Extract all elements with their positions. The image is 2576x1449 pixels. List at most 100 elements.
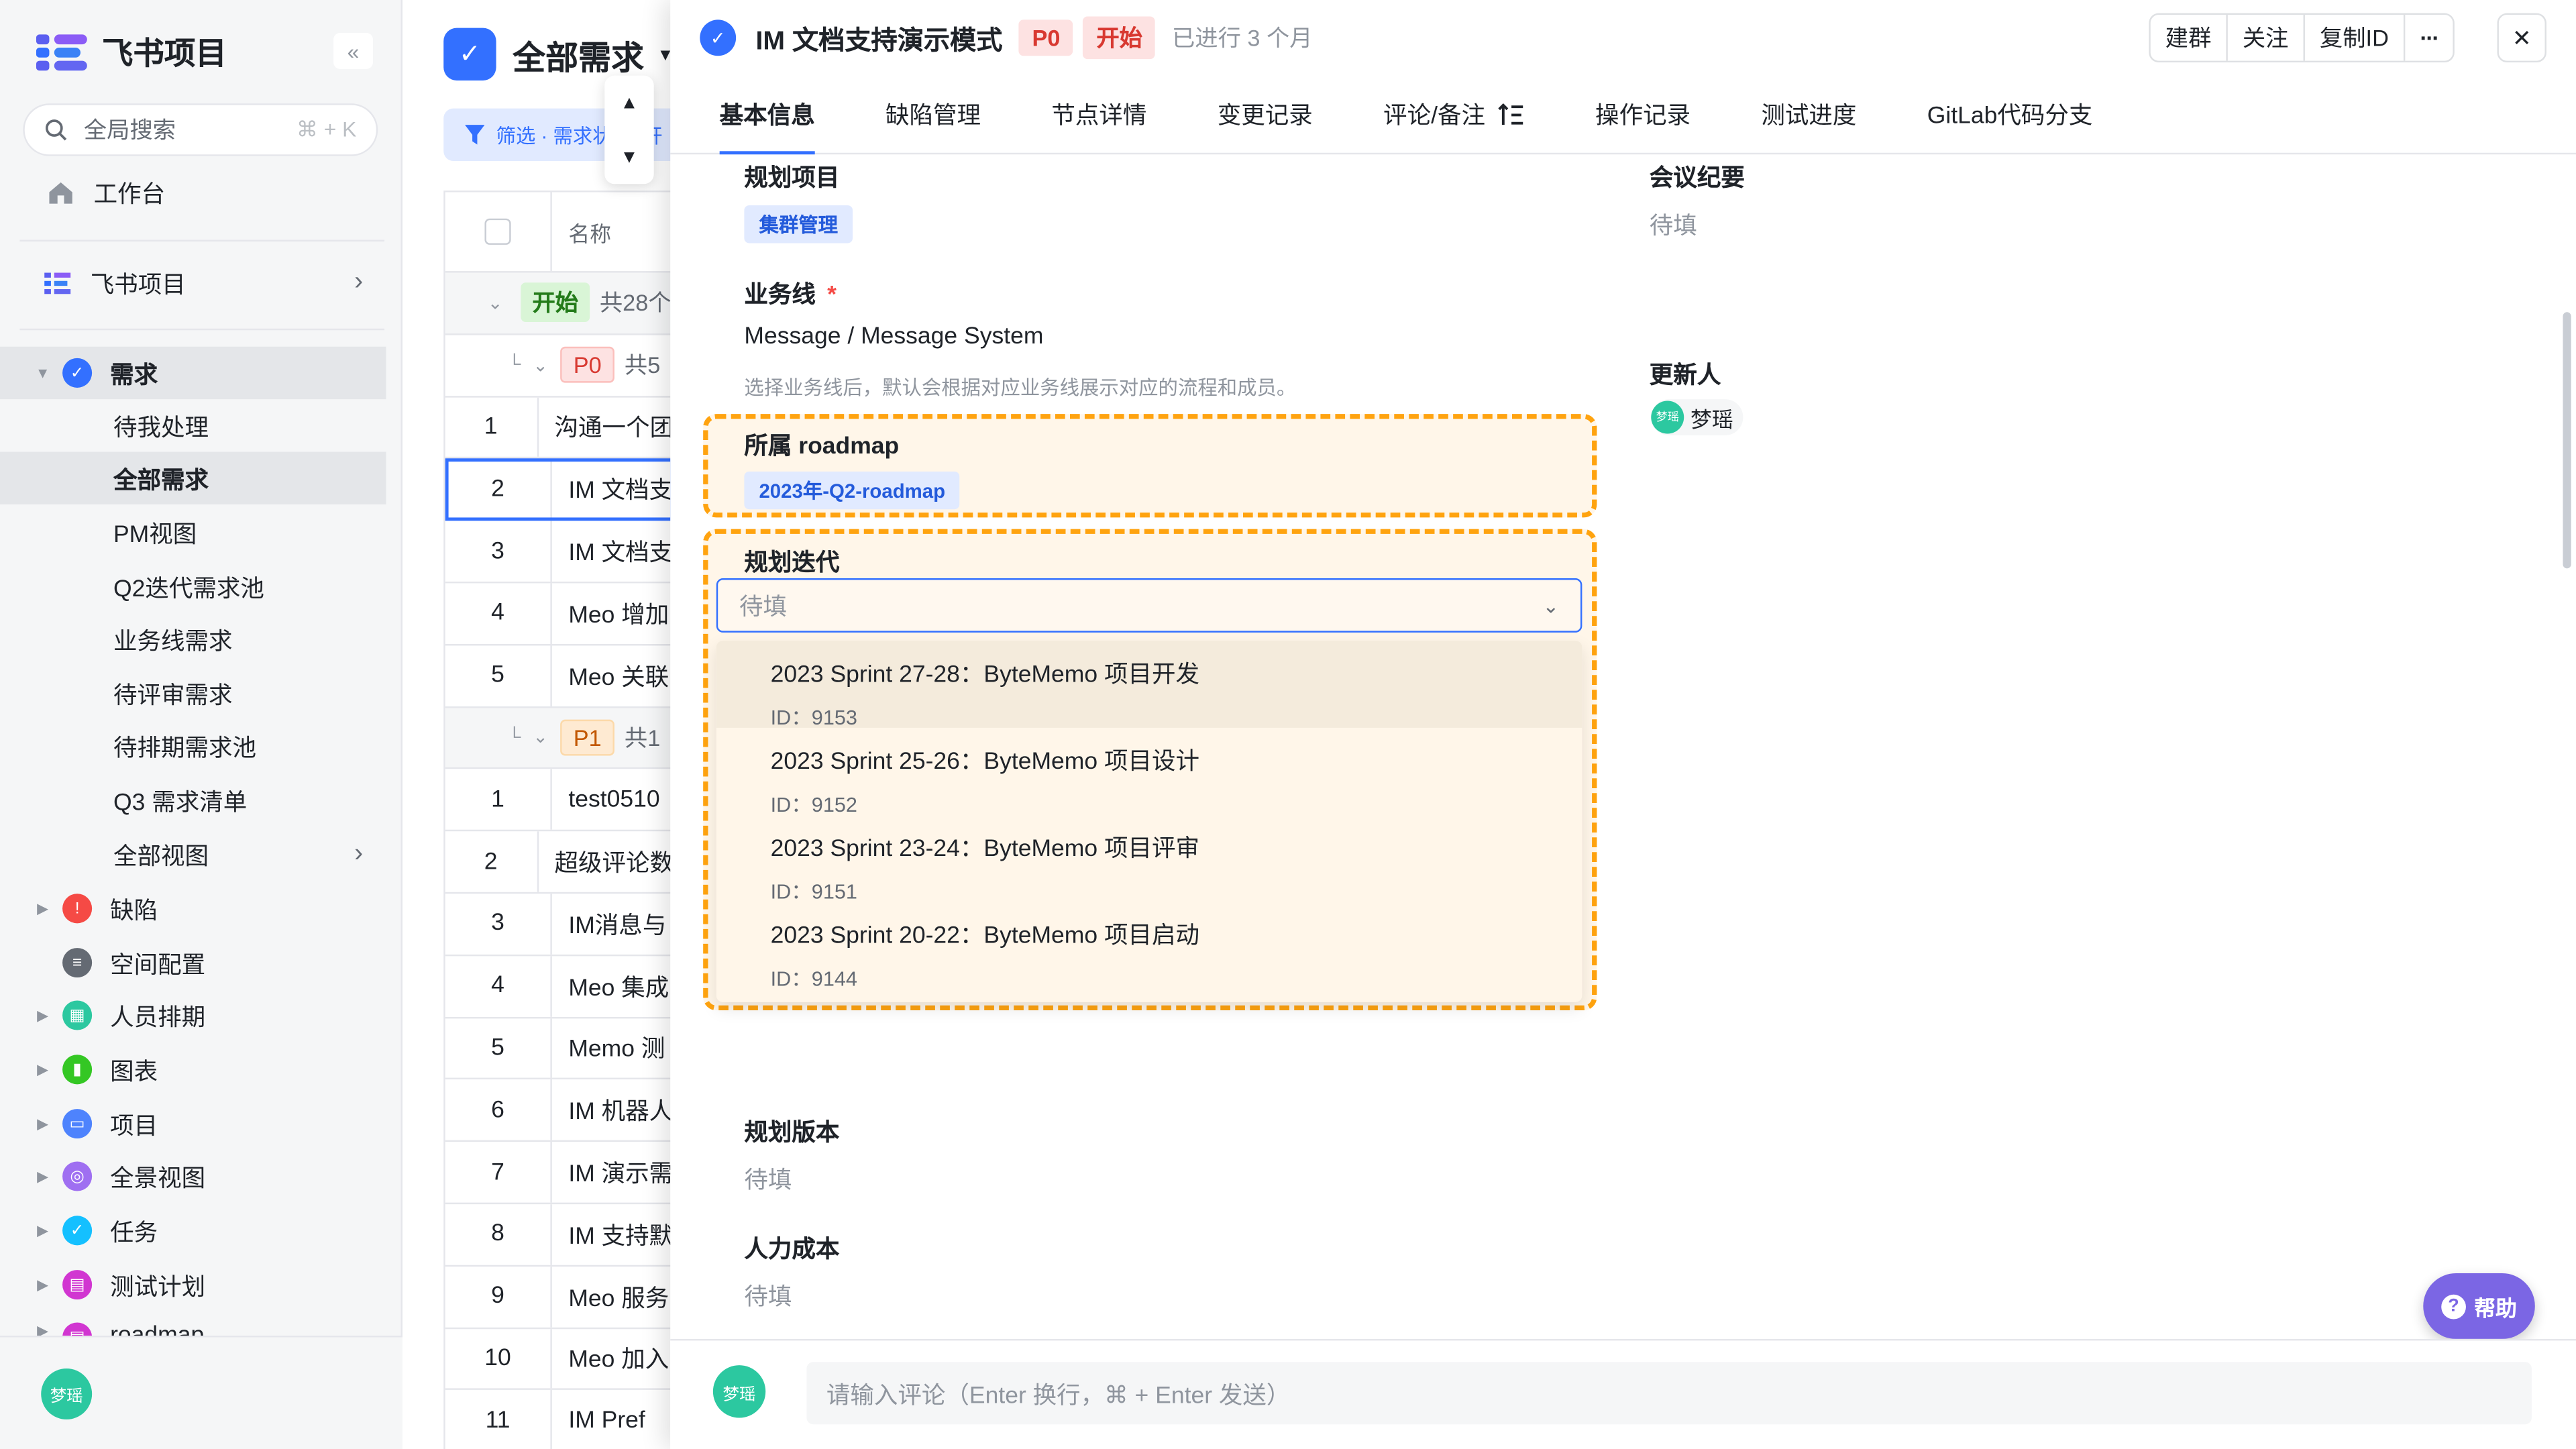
row-title[interactable]: IM 文档支 (552, 534, 673, 568)
version-value[interactable]: 待填 (744, 1161, 792, 1195)
sidebar-subitem[interactable]: 业务线需求 (0, 612, 386, 665)
app-logo[interactable]: 飞书项目 (36, 30, 227, 74)
tab-comments[interactable]: 评论/备注 (1383, 74, 1525, 154)
sidebar-item-panorama[interactable]: ▶ ◎ 全景视图 (0, 1150, 386, 1202)
row-title[interactable]: Memo 测 (552, 1031, 665, 1065)
row-title[interactable]: 沟通一个团 (538, 410, 674, 444)
row-title[interactable]: test0510 (552, 786, 659, 812)
row-title[interactable]: IM 支持默 (552, 1217, 673, 1251)
table-row[interactable]: 6 IM 机器人 (445, 1079, 674, 1142)
chevron-down-icon[interactable]: ⌄ (445, 292, 503, 313)
iteration-select[interactable]: 待填 ⌄ (716, 578, 1582, 633)
arrow-up-icon[interactable]: ▲ (621, 93, 639, 112)
row-title[interactable]: 超级评论数 (538, 845, 674, 879)
sidebar-item-test-plan[interactable]: ▶ ▤ 测试计划 (0, 1258, 386, 1311)
row-title[interactable]: Meo 服务 (552, 1279, 669, 1313)
collapse-sidebar-icon[interactable]: « (333, 32, 373, 69)
arrow-down-icon[interactable]: ▼ (621, 147, 639, 166)
table-row[interactable]: 11 IM Pref (445, 1390, 674, 1449)
group-row-status[interactable]: ⌄ 开始 共28个 (445, 272, 674, 335)
detail-title[interactable]: IM 文档支持演示模式 (756, 18, 1003, 58)
list-title[interactable]: 全部需求 (513, 30, 644, 78)
table-row[interactable]: 4 Meo 集成 (445, 955, 674, 1018)
table-row[interactable]: 4 Meo 增加 (445, 583, 674, 645)
sidebar-subitem-selected[interactable]: 全部需求 (0, 451, 386, 504)
meeting-notes-value[interactable]: 待填 (1650, 207, 1697, 241)
group-row-priority[interactable]: └ ⌄ P0 共5 (445, 335, 674, 397)
sidebar-item-requirements[interactable]: ▼ ✓ 需求 (0, 346, 386, 400)
sidebar-item-space-config[interactable]: ≡ 空间配置 (0, 936, 386, 989)
table-row[interactable]: 8 IM 支持默 (445, 1204, 674, 1267)
chevron-down-icon[interactable]: ▾ (660, 43, 670, 66)
sidebar-subitem-all-views[interactable]: 全部视图 › (0, 828, 386, 880)
iteration-option[interactable]: 2023 Sprint 25-26：ByteMemo 项目设计 ID：9152 (716, 728, 1582, 816)
status-badge[interactable]: 开始 (1083, 16, 1156, 60)
tab-basic-info[interactable]: 基本信息 (719, 74, 815, 154)
table-row[interactable]: 5 Meo 关联 (445, 645, 674, 708)
row-title[interactable]: Meo 增加 (552, 596, 669, 631)
close-icon[interactable]: ✕ (2497, 13, 2546, 63)
table-row[interactable]: 1 沟通一个团 (445, 396, 674, 460)
more-icon[interactable]: ··· (2405, 15, 2453, 61)
tab-node-details[interactable]: 节点详情 (1051, 74, 1146, 154)
table-row[interactable]: 1 test0510 (445, 769, 674, 832)
sidebar-item-charts[interactable]: ▶ ▮ 图表 (0, 1043, 386, 1095)
iteration-option[interactable]: 2023 Sprint 20-22：ByteMemo 项目启动 ID：9144 (716, 902, 1582, 990)
sidebar-item-projects[interactable]: ▶ ▭ 项目 (0, 1097, 386, 1150)
row-title[interactable]: Meo 加入 (552, 1341, 669, 1375)
scrollbar[interactable] (2563, 312, 2571, 569)
tab-test-progress[interactable]: 测试进度 (1761, 74, 1856, 154)
table-row[interactable]: 2 IM 文档支 (445, 459, 674, 521)
tab-gitlab-branch[interactable]: GitLab代码分支 (1927, 74, 2093, 154)
iteration-option[interactable]: 2023 Sprint 27-28：ByteMemo 项目开发 ID：9153 (716, 641, 1582, 729)
sidebar-subitem[interactable]: Q2迭代需求池 (0, 560, 386, 612)
row-title[interactable]: IM 演示需 (552, 1155, 673, 1189)
create-group-button[interactable]: 建群 (2151, 15, 2228, 61)
row-title[interactable]: IM 文档支 (552, 472, 673, 506)
business-line-value[interactable]: Message / Message System (744, 323, 1043, 350)
cost-value[interactable]: 待填 (744, 1278, 792, 1312)
tab-change-log[interactable]: 变更记录 (1218, 74, 1313, 154)
table-row[interactable]: 3 IM 文档支 (445, 521, 674, 584)
row-title[interactable]: IM Pref (552, 1407, 645, 1434)
table-row[interactable]: 2 超级评论数 (445, 831, 674, 894)
sidebar-subitem[interactable]: 待评审需求 (0, 667, 386, 719)
chevron-down-icon[interactable]: ⌄ (521, 354, 560, 376)
tab-bugs[interactable]: 缺陷管理 (885, 74, 981, 154)
group-row-priority[interactable]: └ ⌄ P1 共1 (445, 707, 674, 770)
row-title[interactable]: IM消息与 (552, 907, 666, 941)
roadmap-chip[interactable]: 2023年-Q2-roadmap (744, 471, 961, 510)
user-avatar[interactable]: 梦瑶 (41, 1368, 93, 1419)
table-row[interactable]: 10 Meo 加入 (445, 1328, 674, 1391)
table-row[interactable]: 5 Memo 测 (445, 1018, 674, 1080)
select-all-checkbox[interactable] (484, 218, 511, 245)
sidebar-item-scheduling[interactable]: ▶ ▦ 人员排期 (0, 989, 386, 1041)
tab-operation-log[interactable]: 操作记录 (1595, 74, 1690, 154)
table-row[interactable]: 3 IM消息与 (445, 894, 674, 956)
copy-id-button[interactable]: 复制ID (2305, 15, 2406, 61)
caret-right-icon: ▶ (37, 1060, 49, 1077)
chevron-down-icon[interactable]: ⌄ (521, 727, 560, 748)
help-button[interactable]: ? 帮助 (2423, 1273, 2535, 1339)
sidebar-item-tasks[interactable]: ▶ ✓ 任务 (0, 1204, 386, 1256)
priority-badge[interactable]: P0 (1018, 19, 1074, 56)
sidebar-subitem[interactable]: 待我处理 (0, 399, 386, 451)
global-search[interactable]: 全局搜索 ⌘ + K (23, 103, 378, 156)
sidebar-item-workbench[interactable]: 工作台 (0, 166, 386, 218)
sidebar-subitem[interactable]: Q3 需求清单 (0, 773, 386, 826)
sidebar-subitem[interactable]: PM视图 (0, 506, 386, 558)
sidebar-space-switcher[interactable]: 飞书项目 › (0, 256, 386, 309)
row-title[interactable]: Meo 集成 (552, 969, 669, 1003)
follow-button[interactable]: 关注 (2228, 15, 2305, 61)
row-title[interactable]: IM 机器人 (552, 1093, 673, 1127)
comment-input[interactable]: 请输入评论（Enter 换行，⌘ + Enter 发送） (806, 1362, 2532, 1425)
sidebar-subitem[interactable]: 待排期需求池 (0, 720, 386, 772)
updater-user-chip[interactable]: 梦瑶 梦瑶 (1651, 399, 1743, 435)
row-title[interactable]: Meo 关联 (552, 658, 669, 692)
table-row[interactable]: 7 IM 演示需 (445, 1142, 674, 1205)
sidebar-item-roadmap[interactable]: ▶ ▤ roadmap (0, 1311, 386, 1336)
table-row[interactable]: 9 Meo 服务 (445, 1266, 674, 1329)
planned-project-chip[interactable]: 集群管理 (744, 205, 853, 244)
sidebar-item-bugs[interactable]: ▶ ! 缺陷 (0, 882, 386, 934)
iteration-option[interactable]: 2023 Sprint 23-24：ByteMemo 项目评审 ID：9151 (716, 815, 1582, 904)
